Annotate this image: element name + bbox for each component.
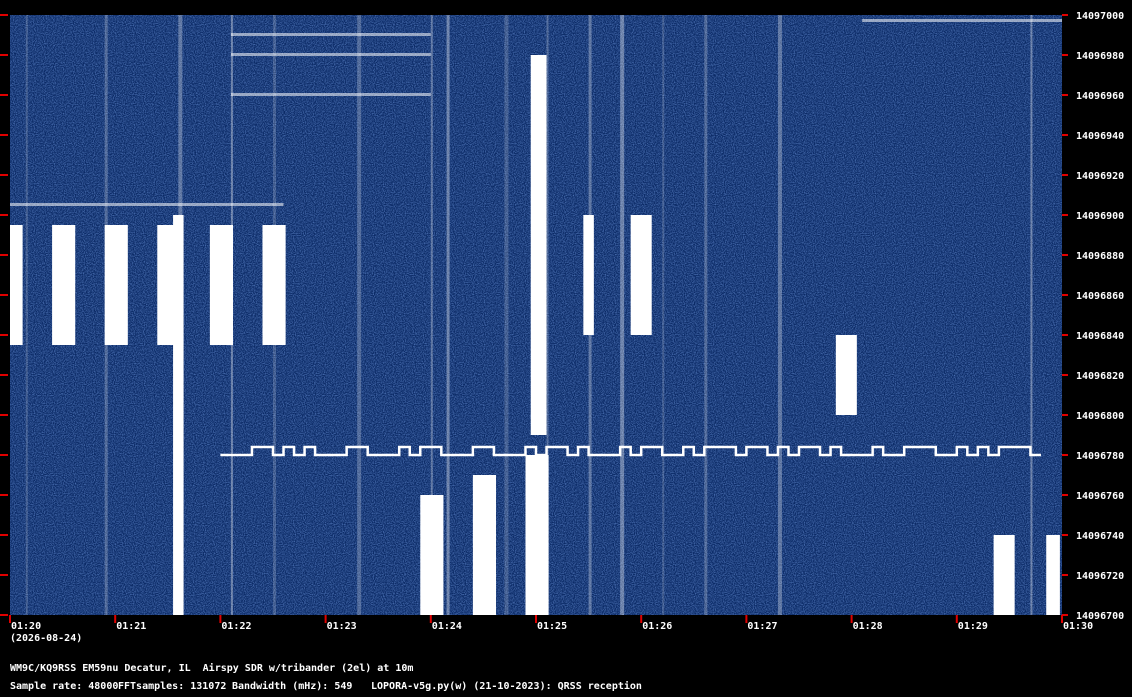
streak bbox=[446, 15, 450, 615]
y-tick-label: 14097000 bbox=[1076, 11, 1124, 22]
x-tick-label: 01:24 bbox=[432, 621, 462, 632]
streak bbox=[1030, 15, 1033, 615]
carrier-line bbox=[230, 93, 431, 96]
streak bbox=[777, 15, 782, 615]
signal-block bbox=[104, 225, 128, 345]
signal-block bbox=[173, 215, 184, 615]
x-tick-label: 01:27 bbox=[747, 621, 777, 632]
signal-block bbox=[52, 225, 76, 345]
signal-block bbox=[420, 495, 444, 615]
x-tick-label: 01:25 bbox=[537, 621, 567, 632]
station-info: WM9C/KQ9RSS EM59nu Decatur, IL Airspy SD… bbox=[10, 663, 414, 674]
signal-block bbox=[530, 55, 547, 435]
carrier-line bbox=[10, 203, 284, 206]
date-label: (2026-08-24) bbox=[10, 633, 82, 644]
signal-block bbox=[262, 225, 286, 345]
streak bbox=[357, 15, 362, 615]
y-tick-label: 14096720 bbox=[1076, 571, 1124, 582]
streak bbox=[504, 15, 509, 615]
x-tick-label: 01:20 bbox=[11, 621, 41, 632]
streak bbox=[662, 15, 665, 615]
sample-rate-label: Sample rate: 48000 bbox=[10, 681, 119, 692]
x-tick-label: 01:28 bbox=[853, 621, 883, 632]
fft-samples-label: FFTsamples: 131072 bbox=[118, 681, 227, 692]
x-tick-label: 01:26 bbox=[642, 621, 672, 632]
software-label: LOPORA-v5g.py(w) (21-10-2023): QRSS rece… bbox=[371, 681, 642, 692]
carrier-line bbox=[862, 19, 1062, 22]
signal-block bbox=[209, 225, 234, 345]
y-tick-label: 14096960 bbox=[1076, 91, 1124, 102]
y-tick-label: 14096740 bbox=[1076, 531, 1124, 542]
signal-block bbox=[10, 225, 23, 345]
x-tick-label: 01:21 bbox=[116, 621, 146, 632]
bandwidth-label: Bandwidth (mHz): 549 bbox=[232, 681, 353, 692]
streak bbox=[25, 15, 28, 615]
y-tick-label: 14096940 bbox=[1076, 131, 1124, 142]
y-tick-label: 14096820 bbox=[1076, 371, 1124, 382]
waterfall-plot: 14097000 14096980 14096960 14096940 14096920… bbox=[0, 11, 1124, 644]
signal-block bbox=[583, 215, 594, 335]
signal-block bbox=[525, 455, 549, 615]
y-tick-label: 14096800 bbox=[1076, 411, 1124, 422]
y-tick-label: 14096760 bbox=[1076, 491, 1124, 502]
signal-block bbox=[1046, 535, 1060, 615]
y-tick-label: 14096840 bbox=[1076, 331, 1124, 342]
y-tick-label: 14096920 bbox=[1076, 171, 1124, 182]
x-tick-label: 01:29 bbox=[958, 621, 988, 632]
y-tick-label: 14096880 bbox=[1076, 251, 1124, 262]
signal-block bbox=[835, 335, 857, 415]
y-tick-label: 14096980 bbox=[1076, 51, 1124, 62]
signal-block bbox=[472, 475, 497, 615]
carrier-line bbox=[230, 33, 431, 36]
signal-block bbox=[630, 215, 652, 335]
streak bbox=[704, 15, 708, 615]
x-tick-label: 01:22 bbox=[221, 621, 251, 632]
spectrogram-window: 14097000 14096980 14096960 14096940 14096920… bbox=[0, 0, 1132, 697]
x-tick-label: 01:23 bbox=[327, 621, 357, 632]
time-axis: 01:20 01:21 01:22 01:23 01:24 01:25 01:26 01:27… bbox=[9, 615, 1093, 632]
y-tick-label: 14096780 bbox=[1076, 451, 1124, 462]
y-tick-label: 14096860 bbox=[1076, 291, 1124, 302]
carrier-line bbox=[230, 53, 431, 56]
streak bbox=[620, 15, 625, 615]
y-tick-label: 14096900 bbox=[1076, 211, 1124, 222]
signal-block bbox=[993, 535, 1015, 615]
x-tick-label: 01:30 bbox=[1063, 621, 1093, 632]
